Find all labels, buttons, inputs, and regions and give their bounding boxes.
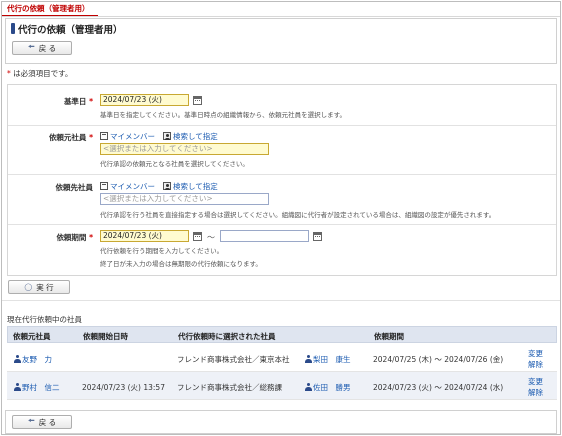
table-row: 友野 力 フレンド商事株式会社／東京本社 梨田 康生 2024/07/25 (木… <box>7 344 557 372</box>
request-form: 基準日 * 2024/07/23 (火) 基準日を指定してください。基準日時点の… <box>7 84 557 276</box>
column-header: 依頼期間 <box>374 332 404 341</box>
cancel-link[interactable]: 解除 <box>528 387 543 398</box>
change-link[interactable]: 変更 <box>528 376 543 387</box>
org-name: フレンド商事株式会社／総務課 <box>177 383 282 392</box>
requester-my-member-link[interactable]: マイメンバー <box>100 131 155 142</box>
title-bar-marker <box>11 23 15 34</box>
base-date-label: 基準日 * <box>63 97 93 106</box>
period-text: 2024/07/25 (木) 〜 2024/07/26 (金) <box>373 355 504 364</box>
calendar-icon[interactable] <box>313 232 322 241</box>
tab-delegation-request[interactable]: 代行の依頼（管理者用） <box>2 2 98 16</box>
section-divider <box>2 300 560 301</box>
list-icon <box>100 132 108 140</box>
user-icon <box>14 383 21 391</box>
period-start-input[interactable]: 2024/07/23 (火) <box>100 230 189 242</box>
period-separator: 〜 <box>207 233 215 242</box>
person-search-icon <box>163 132 171 140</box>
delegate-name-link[interactable]: 佐田 勝男 <box>305 382 351 393</box>
column-header: 依頼開始日時 <box>83 332 128 341</box>
delegate-input[interactable]: <選択または入力してください> <box>100 193 269 205</box>
requester-name-link[interactable]: 野村 信二 <box>14 382 60 393</box>
form-divider <box>8 174 556 175</box>
bottom-panel: 🠘 戻 る <box>5 410 557 434</box>
user-icon <box>305 383 312 391</box>
period-hint-open-ended: 終了日が未入力の場合は無期限の代行依頼になります。 <box>100 260 262 268</box>
period-text: 2024/07/23 (火) 〜 2024/07/24 (水) <box>373 383 504 392</box>
title-panel: 代行の依頼（管理者用） 🠘 戻 る <box>5 18 557 64</box>
person-search-icon <box>163 182 171 190</box>
form-divider <box>8 125 556 126</box>
execute-button-label: 実 行 <box>36 282 54 292</box>
requester-search-link[interactable]: 検索して指定 <box>163 131 218 142</box>
form-divider <box>8 224 556 225</box>
execute-button[interactable]: ◯ 実 行 <box>8 280 70 294</box>
base-date-input[interactable]: 2024/07/23 (火) <box>100 94 189 106</box>
column-header: 依頼元社員 <box>13 332 51 341</box>
requester-input[interactable]: <選択または入力してください> <box>100 143 269 155</box>
current-delegations-title: 現在代行依頼中の社員 <box>7 315 82 324</box>
left-arrow-icon: 🠘 <box>27 42 35 51</box>
user-icon <box>305 355 312 363</box>
back-button-label: 戻 る <box>38 417 57 427</box>
required-note: * は必須項目です。 <box>7 69 73 78</box>
calendar-icon[interactable] <box>193 96 202 105</box>
left-arrow-icon: 🠘 <box>27 416 35 425</box>
column-header: 代行依頼時に選択された社員 <box>178 332 276 341</box>
list-icon <box>100 182 108 190</box>
requester-hint: 代行承認の依頼元となる社員を選択してください。 <box>100 160 249 168</box>
calendar-icon[interactable] <box>193 232 202 241</box>
delegate-label: 依頼先社員 <box>55 183 94 192</box>
change-link[interactable]: 変更 <box>528 348 543 359</box>
requester-name-link[interactable]: 友野 力 <box>14 354 52 365</box>
circle-icon: ◯ <box>24 283 33 291</box>
period-end-input[interactable] <box>220 230 309 242</box>
back-button-label: 戻 る <box>38 43 57 53</box>
start-datetime: 2024/07/23 (火) 13:57 <box>82 383 165 392</box>
page-frame: 代行の依頼（管理者用） 代行の依頼（管理者用） 🠘 戻 る * は必須項目です。… <box>1 1 561 435</box>
tab-divider <box>2 16 560 17</box>
requester-label: 依頼元社員 * <box>48 133 93 142</box>
user-icon <box>14 355 21 363</box>
base-date-hint: 基準日を指定してください。基準日時点の組織情報から、依頼元社員を選択します。 <box>100 111 346 119</box>
org-name: フレンド商事株式会社／東京本社 <box>177 355 290 364</box>
period-hint: 代行依頼を行う期間を入力してください。 <box>100 247 224 255</box>
delegate-hint: 代行承認を行う社員を直接指定する場合は選択してください。組織図に代行者が設定され… <box>100 211 496 219</box>
cancel-link[interactable]: 解除 <box>528 359 543 370</box>
table-row: 野村 信二 2024/07/23 (火) 13:57 フレンド商事株式会社／総務… <box>7 372 557 400</box>
back-button[interactable]: 🠘 戻 る <box>12 41 72 55</box>
delegate-search-link[interactable]: 検索して指定 <box>163 181 218 192</box>
table-header: 依頼元社員 依頼開始日時 代行依頼時に選択された社員 依頼期間 <box>7 326 557 343</box>
back-button[interactable]: 🠘 戻 る <box>12 415 72 429</box>
page-title: 代行の依頼（管理者用） <box>18 25 123 36</box>
delegate-my-member-link[interactable]: マイメンバー <box>100 181 155 192</box>
period-label: 依頼期間 * <box>56 233 93 242</box>
delegate-name-link[interactable]: 梨田 康生 <box>305 354 351 365</box>
